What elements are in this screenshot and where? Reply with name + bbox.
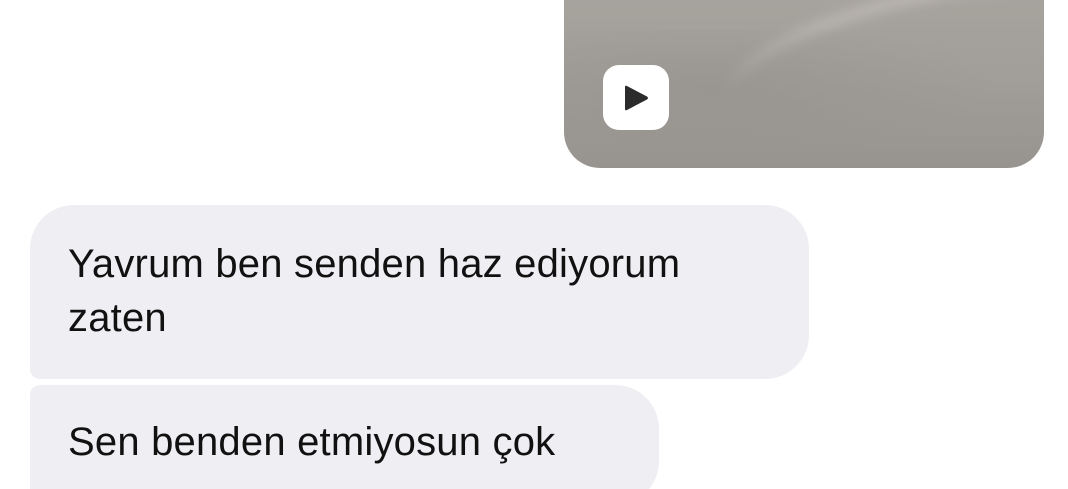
received-message-bubble[interactable]: Yavrum ben senden haz ediyorum zaten xyxy=(30,205,809,379)
video-message[interactable] xyxy=(564,0,1044,168)
play-button[interactable] xyxy=(603,65,669,130)
chat-thread: Yavrum ben senden haz ediyorum zaten Sen… xyxy=(0,0,1068,489)
received-message-bubble[interactable]: Sen benden etmiyosun çok xyxy=(30,385,659,489)
play-icon xyxy=(625,85,648,110)
